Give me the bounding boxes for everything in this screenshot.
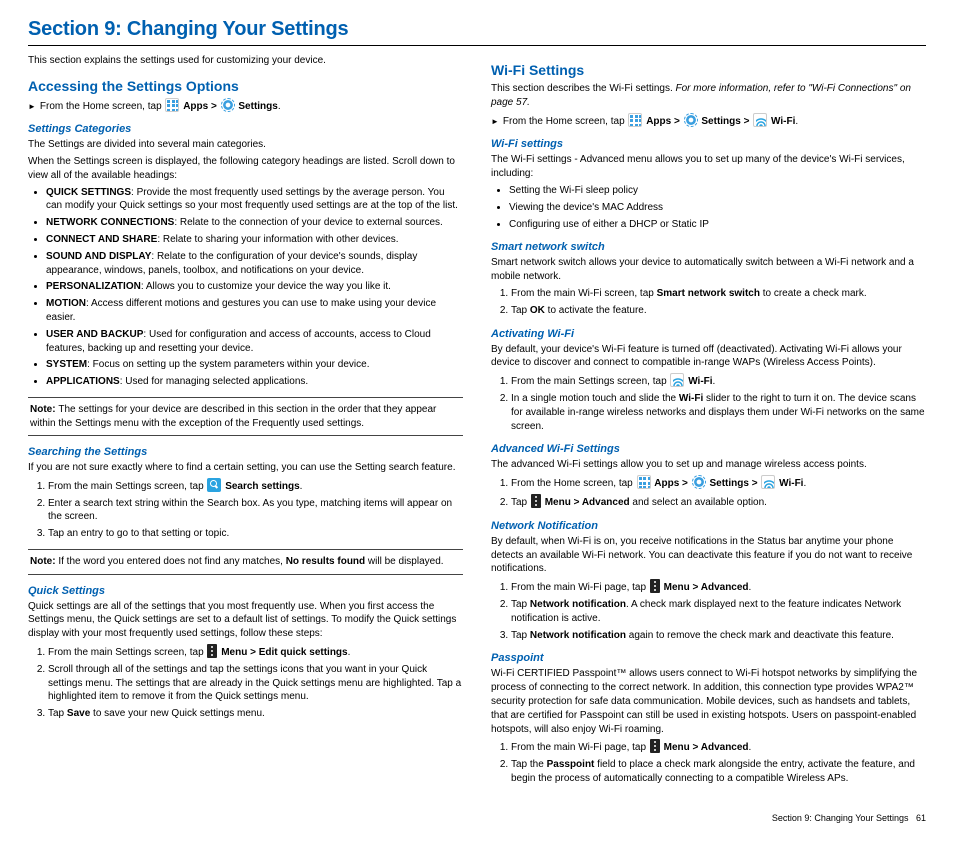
quick-steps: From the main Settings screen, tap Menu … (28, 644, 463, 721)
passpoint-steps: From the main Wi-Fi page, tap Menu > Adv… (491, 739, 926, 785)
wifi-icon (761, 475, 775, 489)
gear-icon (692, 475, 706, 489)
list-item: SOUND AND DISPLAY: Relate to the configu… (46, 250, 463, 278)
dot: . (278, 101, 281, 112)
menu-dots-icon (650, 579, 660, 593)
categories-p2: When the Settings screen is displayed, t… (28, 155, 463, 183)
search-icon (207, 478, 221, 492)
accessing-line: From the Home screen, tap Apps > Setting… (28, 98, 463, 114)
heading-notification: Network Notification (491, 520, 926, 532)
searching-steps: From the main Settings screen, tap Searc… (28, 478, 463, 541)
heading-wifi-settings: Wi-Fi settings (491, 138, 926, 150)
notification-p1: By default, when Wi-Fi is on, you receiv… (491, 535, 926, 576)
heading-advanced: Advanced Wi-Fi Settings (491, 443, 926, 455)
apps-label: Apps > (183, 101, 217, 112)
list-item: Tap Save to save your new Quick settings… (48, 707, 463, 721)
wifi-icon (753, 113, 767, 127)
apps-icon (628, 113, 642, 127)
heading-quick: Quick Settings (28, 585, 463, 597)
smart-steps: From the main Wi-Fi screen, tap Smart ne… (491, 287, 926, 318)
list-item: SYSTEM: Focus on setting up the system p… (46, 358, 463, 372)
list-item: Tap OK to activate the feature. (511, 304, 926, 318)
notification-steps: From the main Wi-Fi page, tap Menu > Adv… (491, 579, 926, 642)
apps-icon (165, 98, 179, 112)
heading-passpoint: Passpoint (491, 652, 926, 664)
smart-p1: Smart network switch allows your device … (491, 256, 926, 284)
right-column: Wi-Fi Settings This section describes th… (491, 54, 926, 789)
footer-label: Section 9: Changing Your Settings (772, 813, 909, 823)
note-label: Note: (30, 556, 58, 567)
list-item: NETWORK CONNECTIONS: Relate to the conne… (46, 216, 463, 230)
text: From the Home screen, tap (40, 101, 162, 112)
section-rule (28, 45, 926, 46)
note-categories: Note: The settings for your device are d… (28, 397, 463, 436)
list-item: In a single motion touch and slide the W… (511, 392, 926, 433)
list-item: Configuring use of either a DHCP or Stat… (509, 218, 926, 232)
list-item: Tap an entry to go to that setting or to… (48, 527, 463, 541)
list-item: Setting the Wi-Fi sleep policy (509, 184, 926, 198)
list-item: Scroll through all of the settings and t… (48, 663, 463, 704)
left-column: This section explains the settings used … (28, 54, 463, 789)
activating-p1: By default, your device's Wi-Fi feature … (491, 343, 926, 371)
wifi-icon (670, 373, 684, 387)
heading-accessing: Accessing the Settings Options (28, 78, 463, 94)
note-text: will be displayed. (365, 556, 443, 567)
menu-dots-icon (207, 644, 217, 658)
passpoint-p1: Wi-Fi CERTIFIED Passpoint™ allows users … (491, 667, 926, 736)
page-footer: Section 9: Changing Your Settings 61 (28, 813, 926, 823)
list-item: From the main Wi-Fi page, tap Menu > Adv… (511, 579, 926, 595)
note-bold: No results found (286, 556, 365, 567)
note-text: The settings for your device are describ… (30, 404, 436, 429)
list-item: From the main Settings screen, tap Searc… (48, 478, 463, 494)
wifi-settings-list: Setting the Wi-Fi sleep policy Viewing t… (491, 184, 926, 231)
wifi-nav-line: From the Home screen, tap Apps > Setting… (491, 113, 926, 129)
heading-searching: Searching the Settings (28, 446, 463, 458)
activating-steps: From the main Settings screen, tap Wi-Fi… (491, 373, 926, 433)
list-item: Tap Menu > Advanced and select an availa… (511, 494, 926, 510)
list-item: Viewing the device's MAC Address (509, 201, 926, 215)
list-item: Tap Network notification. A check mark d… (511, 598, 926, 626)
wifi-intro: This section describes the Wi-Fi setting… (491, 82, 926, 110)
heading-activating: Activating Wi-Fi (491, 328, 926, 340)
list-item: APPLICATIONS: Used for managing selected… (46, 375, 463, 389)
advanced-p1: The advanced Wi-Fi settings allow you to… (491, 458, 926, 472)
searching-p1: If you are not sure exactly where to fin… (28, 461, 463, 475)
list-item: CONNECT AND SHARE: Relate to sharing you… (46, 233, 463, 247)
footer-page: 61 (916, 813, 926, 823)
categories-p1: The Settings are divided into several ma… (28, 138, 463, 152)
note-searching: Note: If the word you entered does not f… (28, 549, 463, 575)
list-item: Enter a search text string within the Se… (48, 497, 463, 525)
quick-p1: Quick settings are all of the settings t… (28, 600, 463, 641)
menu-dots-icon (650, 739, 660, 753)
list-item: Tap the Passpoint field to place a check… (511, 758, 926, 786)
intro-text: This section explains the settings used … (28, 54, 463, 68)
note-text: If the word you entered does not find an… (58, 556, 285, 567)
list-item: From the main Wi-Fi screen, tap Smart ne… (511, 287, 926, 301)
list-item: PERSONALIZATION: Allows you to customize… (46, 280, 463, 294)
list-item: From the main Wi-Fi page, tap Menu > Adv… (511, 739, 926, 755)
list-item: From the Home screen, tap Apps > Setting… (511, 475, 926, 491)
heading-wifi: Wi-Fi Settings (491, 62, 926, 78)
note-label: Note: (30, 404, 58, 415)
list-item: USER AND BACKUP: Used for configuration … (46, 328, 463, 356)
list-item: MOTION: Access different motions and ges… (46, 297, 463, 325)
list-item: Tap Network notification again to remove… (511, 629, 926, 643)
menu-dots-icon (531, 494, 541, 508)
section-title: Section 9: Changing Your Settings (28, 18, 926, 41)
gear-icon (684, 113, 698, 127)
apps-icon (637, 475, 651, 489)
advanced-steps: From the Home screen, tap Apps > Setting… (491, 475, 926, 510)
heading-smart-switch: Smart network switch (491, 241, 926, 253)
list-item: From the main Settings screen, tap Wi-Fi… (511, 373, 926, 389)
list-item: QUICK SETTINGS: Provide the most frequen… (46, 186, 463, 214)
wifi-settings-p1: The Wi-Fi settings - Advanced menu allow… (491, 153, 926, 181)
settings-label: Settings (238, 101, 277, 112)
heading-categories: Settings Categories (28, 123, 463, 135)
two-column-layout: This section explains the settings used … (28, 54, 926, 789)
list-item: From the main Settings screen, tap Menu … (48, 644, 463, 660)
categories-list: QUICK SETTINGS: Provide the most frequen… (28, 186, 463, 389)
gear-icon (221, 98, 235, 112)
